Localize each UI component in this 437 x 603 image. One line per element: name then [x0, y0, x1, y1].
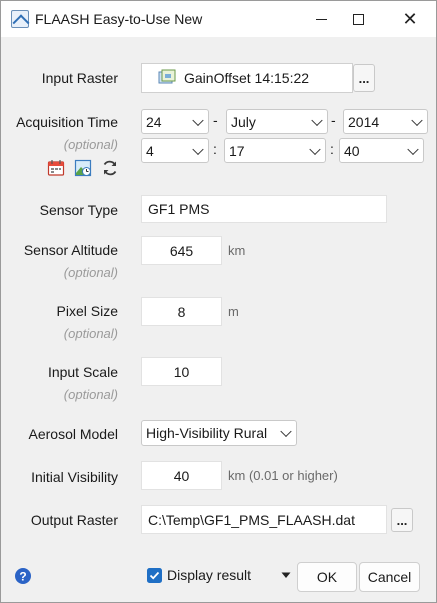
date-separator: - — [331, 112, 336, 128]
input-raster-label: Input Raster — [41, 70, 118, 86]
dropdown-arrow-icon[interactable] — [281, 572, 291, 579]
initial-visibility-value: 40 — [173, 467, 190, 484]
chevron-down-icon — [309, 143, 321, 155]
chevron-down-icon — [192, 143, 204, 155]
acquisition-optional: (optional) — [63, 137, 118, 152]
checkbox-icon[interactable] — [147, 567, 162, 583]
app-icon — [11, 10, 29, 28]
aerosol-model-label: Aerosol Model — [28, 426, 119, 442]
minute-select[interactable]: 17 — [224, 138, 326, 163]
sensor-altitude-unit: km — [228, 243, 246, 258]
initial-visibility-unit: km (0.01 or higher) — [228, 468, 338, 483]
input-scale-optional: (optional) — [63, 387, 118, 402]
output-raster-label: Output Raster — [30, 512, 118, 528]
sensor-type-value: GF1 PMS — [148, 201, 210, 217]
ok-button[interactable]: OK — [297, 562, 357, 592]
time-separator: : — [330, 141, 334, 157]
year-select[interactable]: 2014 — [343, 109, 428, 134]
month-select[interactable]: July — [226, 109, 328, 134]
chevron-down-icon — [407, 143, 419, 155]
sensor-altitude-value: 645 — [169, 242, 194, 259]
aerosol-model-select[interactable]: High-Visibility Rural — [141, 420, 297, 446]
help-icon[interactable]: ? — [14, 567, 32, 585]
date-separator: - — [213, 112, 218, 128]
second-select[interactable]: 40 — [339, 138, 424, 163]
pixel-size-unit: m — [228, 304, 239, 319]
input-scale-value: 10 — [173, 363, 190, 380]
initial-visibility-input[interactable]: 40 — [141, 461, 222, 490]
pixel-size-optional: (optional) — [63, 326, 118, 341]
hour-select[interactable]: 4 — [141, 138, 209, 163]
sensor-altitude-optional: (optional) — [63, 265, 118, 280]
second-value: 40 — [344, 142, 360, 159]
input-scale-input[interactable]: 10 — [141, 357, 222, 386]
day-select[interactable]: 24 — [141, 109, 209, 134]
input-raster-browse-button[interactable]: ... — [353, 64, 375, 92]
minimize-icon — [315, 18, 327, 20]
pixel-size-input[interactable]: 8 — [141, 297, 222, 326]
maximize-button[interactable] — [335, 1, 381, 37]
input-raster-field[interactable]: GainOffset 14:15:22 — [141, 63, 353, 93]
calendar-icon[interactable] — [47, 159, 65, 177]
refresh-icon[interactable] — [101, 159, 119, 177]
maximize-icon — [352, 13, 364, 25]
flaash-dialog: FLAASH Easy-to-Use New ✕ Input Raster Ga… — [0, 0, 437, 603]
output-raster-browse-button[interactable]: ... — [391, 508, 413, 532]
window-title: FLAASH Easy-to-Use New — [35, 11, 203, 27]
sensor-altitude-input[interactable]: 645 — [141, 236, 222, 265]
image-time-icon[interactable] — [74, 159, 92, 177]
sensor-altitude-label: Sensor Altitude — [23, 242, 118, 258]
cancel-button[interactable]: Cancel — [359, 562, 420, 592]
pixel-size-label: Pixel Size — [56, 303, 118, 319]
input-scale-label: Input Scale — [47, 364, 118, 380]
month-value: July — [231, 113, 256, 130]
chevron-down-icon — [192, 114, 204, 126]
svg-text:?: ? — [19, 570, 26, 584]
initial-visibility-label: Initial Visibility — [31, 469, 118, 485]
close-button[interactable]: ✕ — [387, 1, 433, 37]
display-result-label: Display result — [167, 567, 252, 583]
aerosol-model-value: High-Visibility Rural — [146, 425, 268, 441]
input-raster-value: GainOffset 14:15:22 — [184, 70, 310, 86]
title-bar: FLAASH Easy-to-Use New ✕ — [1, 1, 436, 37]
output-raster-value: C:\Temp\GF1_PMS_FLAASH.dat — [148, 511, 355, 528]
hour-value: 4 — [146, 142, 154, 159]
display-result-toggle[interactable]: Display result — [147, 567, 251, 583]
output-raster-field[interactable]: C:\Temp\GF1_PMS_FLAASH.dat — [141, 505, 387, 534]
chevron-down-icon — [311, 114, 323, 126]
chevron-down-icon — [411, 114, 423, 126]
year-value: 2014 — [348, 113, 380, 130]
pixel-size-value: 8 — [177, 303, 186, 320]
close-icon: ✕ — [402, 9, 418, 29]
day-value: 24 — [146, 113, 162, 130]
raster-icon — [158, 69, 176, 84]
minute-value: 17 — [229, 142, 245, 159]
sensor-type-label: Sensor Type — [39, 202, 118, 218]
chevron-down-icon — [280, 425, 292, 438]
sensor-type-field[interactable]: GF1 PMS — [141, 195, 387, 223]
time-separator: : — [213, 141, 217, 157]
acquisition-time-label: Acquisition Time — [16, 114, 118, 130]
